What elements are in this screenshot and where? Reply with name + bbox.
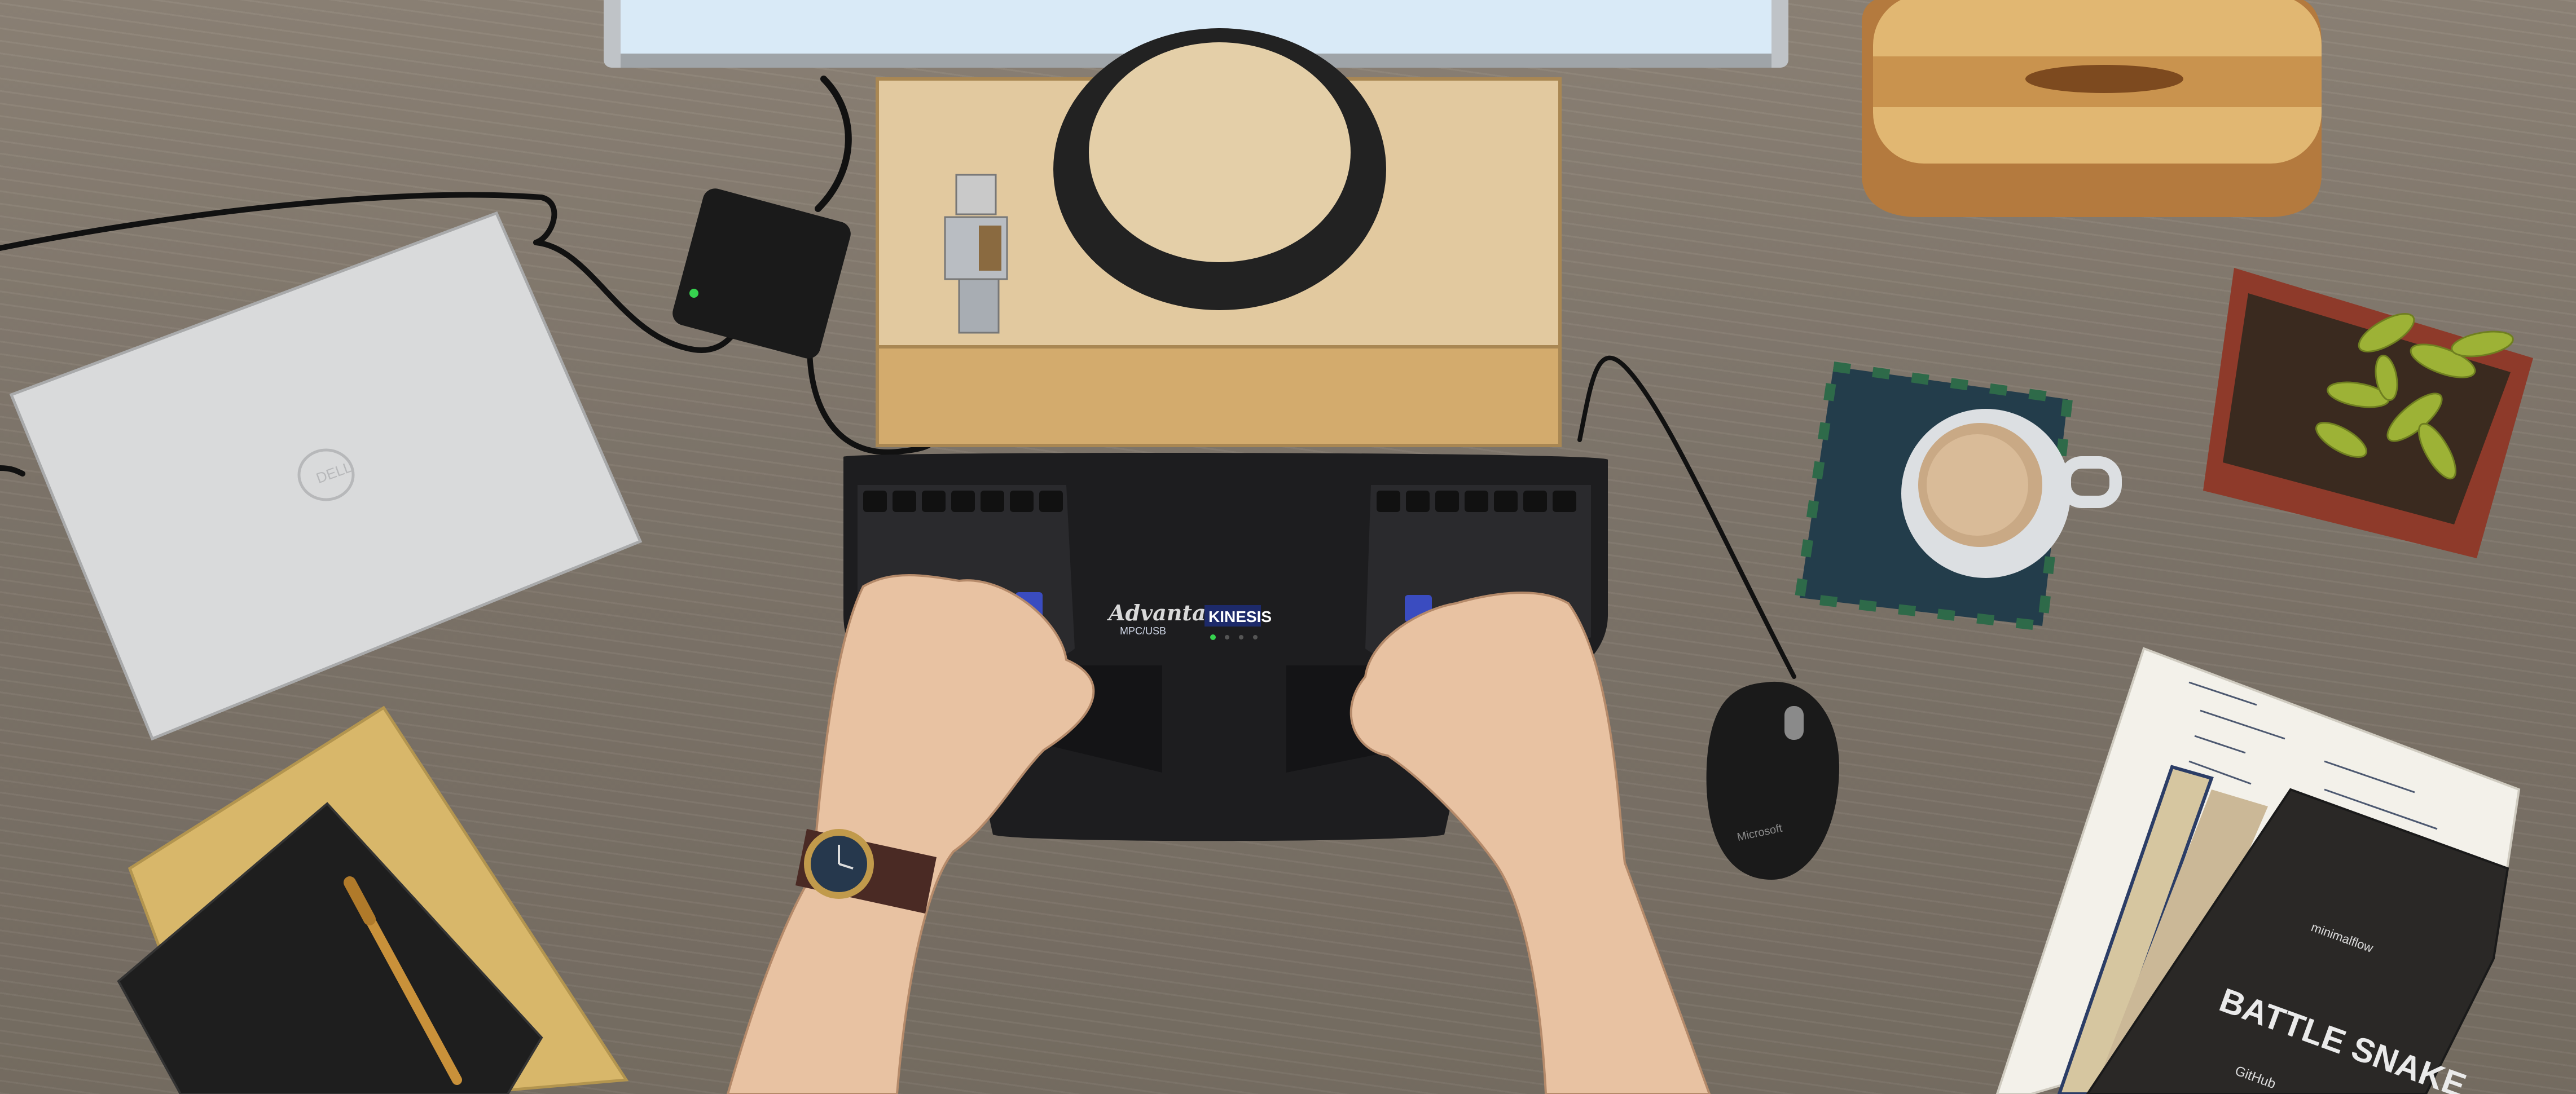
wooden-box: [1862, 0, 2322, 217]
succulent-plant: [2203, 268, 2533, 558]
keyboard-interface-label: MPC/USB: [1120, 625, 1166, 637]
laptop: DELL: [9, 211, 643, 741]
keyboard-brand-label: KINESIS: [1208, 608, 1272, 625]
papers-right: minimalflow BATTLE SNAKE GitHub: [1995, 647, 2521, 1094]
mouse: Microsoft: [1706, 681, 1839, 880]
usb-hub: [672, 188, 851, 359]
notebooks-left: [117, 705, 629, 1094]
coaster-and-mug: [1793, 360, 2122, 632]
desk-scene: DELL Advantage MPC/USB KINESIS Microsoft…: [0, 0, 2576, 1094]
desk-illustration: DELL Advantage MPC/USB KINESIS Microsoft…: [0, 0, 2533, 1094]
